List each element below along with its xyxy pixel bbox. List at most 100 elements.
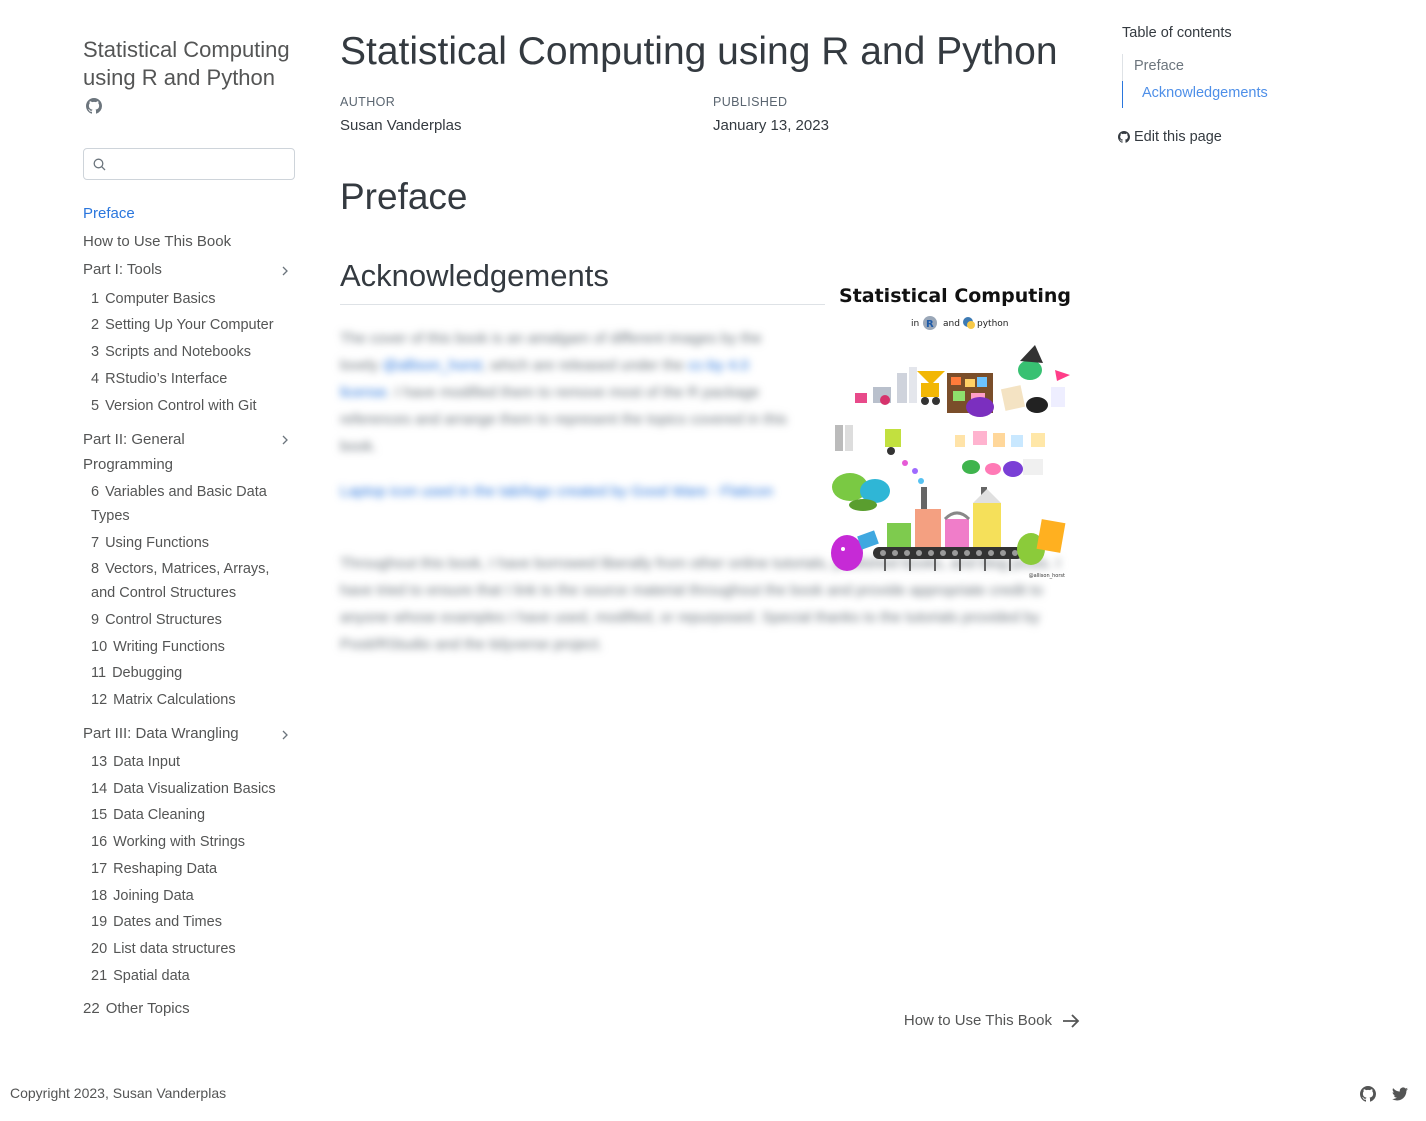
footer-copyright: Copyright 2023, Susan Vanderplas [10,1085,227,1101]
chapter-number: 1 [91,291,100,307]
edit-page-link[interactable]: Edit this page [1118,129,1222,145]
search-box[interactable] [83,148,295,180]
sidebar-item-7[interactable]: 7 Using Functions [91,531,209,555]
chapter-label: Control Structures [105,612,222,628]
chapter-label: Using Functions [105,535,210,551]
sidebar-item-15[interactable]: 15 Data Cleaning [91,803,205,827]
sidebar-item-14[interactable]: 14 Data Visualization Basics [91,777,276,801]
toc-active-indicator [1122,81,1123,108]
chapter-label: Dates and Times [113,914,222,930]
sidebar-item-13[interactable]: 13 Data Input [91,750,180,774]
sidebar-item-18[interactable]: 18 Joining Data [91,884,194,908]
chapter-number: 3 [91,344,100,360]
next-page-label: How to Use This Book [903,1012,1052,1029]
sidebar-item-4[interactable]: 4 RStudio’s Interface [91,367,227,391]
chapter-number: 16 [91,834,108,850]
chapter-number: 9 [91,612,100,628]
chapter-number: 8 [91,561,100,577]
sidebar-item-10[interactable]: 10 Writing Functions [91,635,225,659]
cover-credit: @allison_horst [1029,573,1065,579]
chapter-number: 18 [91,888,108,904]
toc-item-preface[interactable]: Preface [1134,58,1184,74]
toc-item-acknowledgements[interactable]: Acknowledgements [1142,85,1268,101]
next-page-link[interactable]: How to Use This Book [904,1012,1080,1029]
page-title: Statistical Computing using R and Python [340,30,1058,73]
chapter-number: 20 [91,941,108,957]
toc-title: Table of contents [1122,25,1232,41]
chapter-label: Spatial data [113,968,190,984]
published-heading: PUBLISHED [713,95,788,109]
cover-illustration-tools [855,367,945,405]
laptop-icon-credit-link[interactable]: Laptop icon used in the tab/logo created… [340,478,800,505]
sidebar-item-12[interactable]: 12 Matrix Calculations [91,688,236,712]
author-heading: AUTHOR [340,95,396,109]
sidebar-item-19[interactable]: 19 Dates and Times [91,910,222,934]
ack-paragraph-1: The cover of this book is an amalgam of … [340,325,800,460]
footer-icons [1360,1086,1408,1102]
chevron-right-icon[interactable] [279,265,291,277]
chapter-label: Vectors, Matrices, Arrays, and Control S… [91,561,270,601]
sidebar-item-2[interactable]: 2 Setting Up Your Computer [91,313,274,337]
published-date: January 13, 2023 [713,117,829,134]
sidebar-item-1[interactable]: 1 Computer Basics [91,287,215,311]
chapter-label: Other Topics [105,1000,190,1017]
sidebar-item-9[interactable]: 9 Control Structures [91,608,222,632]
sidebar-item-8[interactable]: 8 Vectors, Matrices, Arrays, and Control … [91,557,291,605]
sidebar-item-11[interactable]: 11 Debugging [91,661,182,685]
sidebar-item-17[interactable]: 17 Reshaping Data [91,857,217,881]
sidebar-section-part-3[interactable]: Part III: Data Wrangling [83,722,239,746]
cover-title: Statistical Computing [839,285,1071,307]
preface-heading: Preface [340,176,468,217]
acknowledgements-heading: Acknowledgements [340,258,825,305]
sidebar-item-21[interactable]: 21 Spatial data [91,964,190,988]
chapter-number: 7 [91,535,100,551]
chapter-number: 4 [91,371,100,387]
sidebar-item-22[interactable]: 22 Other Topics [83,997,190,1021]
twitter-icon[interactable] [1392,1086,1408,1102]
sidebar-item-how-to-use[interactable]: How to Use This Book [83,230,231,254]
chapter-number: 11 [91,665,107,681]
chapter-label: List data structures [113,941,236,957]
cover-illustration-git [1000,345,1070,413]
author-name: Susan Vanderplas [340,117,462,134]
sidebar-item-20[interactable]: 20 List data structures [91,937,236,961]
chapter-number: 15 [91,807,108,823]
chapter-label: RStudio’s Interface [105,371,228,387]
chapter-label: Version Control with Git [105,398,257,414]
cover-illustration-programming [832,425,924,511]
cover-illustration-notebooks [947,373,994,417]
sidebar-item-6[interactable]: 6 Variables and Basic Data Types [91,480,291,528]
chapter-label: Joining Data [113,888,194,904]
book-title[interactable]: Statistical Computing using R and Python [83,36,298,92]
chapter-label: Writing Functions [113,639,225,655]
github-icon[interactable] [86,98,102,114]
chevron-right-icon[interactable] [279,729,291,741]
chapter-number: 13 [91,754,108,770]
chapter-number: 19 [91,914,108,930]
chapter-number: 17 [91,861,108,877]
cover-image: Statistical Computing in R and python @a… [831,285,1071,579]
chapter-number: 22 [83,1000,100,1017]
arrow-right-icon [1063,1013,1080,1028]
sidebar-section-part-2[interactable]: Part II: General Programming [83,427,233,477]
search-input[interactable] [110,153,289,175]
chapter-number: 21 [91,968,108,984]
allison-horst-link[interactable]: @allison_horst [383,357,482,374]
sidebar-section-part-1[interactable]: Part I: Tools [83,258,162,282]
cover-sub-python: python [977,319,1008,329]
chapter-number: 12 [91,692,108,708]
search-icon [93,158,106,171]
sidebar-item-5[interactable]: 5 Version Control with Git [91,394,257,418]
chapter-label: Computer Basics [105,291,216,307]
chapter-number: 14 [91,781,108,797]
sidebar-item-preface[interactable]: Preface [83,202,135,226]
sidebar-item-3[interactable]: 3 Scripts and Notebooks [91,340,251,364]
chapter-label: Setting Up Your Computer [105,317,274,333]
github-icon [1118,131,1130,143]
chapter-label: Variables and Basic Data Types [91,484,267,524]
chevron-right-icon[interactable] [279,434,291,446]
chapter-label: Reshaping Data [113,861,218,877]
sidebar-item-16[interactable]: 16 Working with Strings [91,830,245,854]
chapter-number: 6 [91,484,100,500]
github-icon[interactable] [1360,1086,1376,1102]
